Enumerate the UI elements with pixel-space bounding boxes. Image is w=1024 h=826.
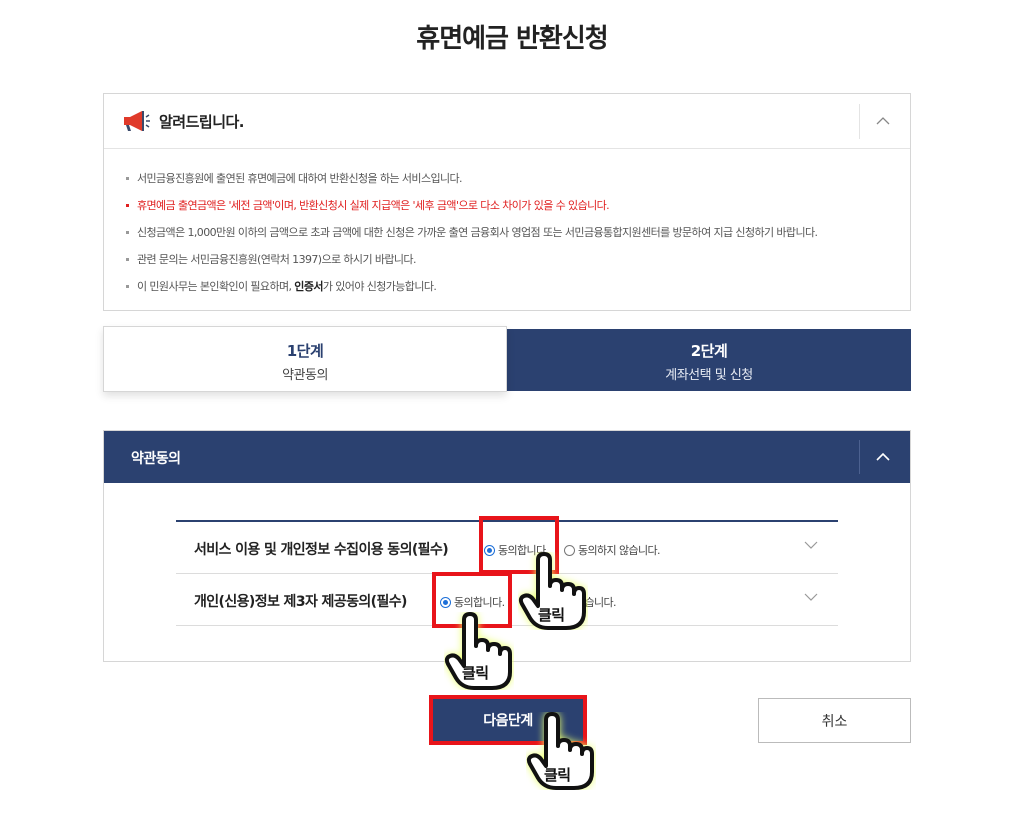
agree-radio[interactable]: 동의합니다. [440,594,505,610]
terms-header: 약관동의 [104,431,910,483]
radio-label: 동의하지 않습니다. [578,544,661,557]
notice-item: 이 민원사무는 본인확인이 필요하며, 인증서가 있어야 신청가능합니다. [126,273,910,300]
agreement-row: 개인(신용)정보 제3자 제공동의(필수) 동의합니다. 동의하지 않습니다. [176,574,838,626]
radio-selected-icon[interactable] [440,596,451,608]
notice-item-warning: 휴면예금 출연금액은 '세전 금액'이며, 반환신청시 실제 지급액은 '세후 … [126,192,910,219]
agreement-label: 개인(신용)정보 제3자 제공동의(필수) [194,594,407,610]
agreement-row: 서비스 이용 및 개인정보 수집이용 동의(필수) 동의합니다. 동의하지 않습… [176,522,838,574]
agreement-label: 서비스 이용 및 개인정보 수집이용 동의(필수) [194,542,449,558]
notice-list: 서민금융진흥원에 출연된 휴면예금에 대하여 반환신청을 하는 서비스입니다. … [104,149,910,300]
notice-item-bold: 인증서 [294,280,323,293]
terms-panel: 약관동의 서비스 이용 및 개인정보 수집이용 동의(필수) 동의합니다. 동의… [103,430,911,662]
chevron-up-icon[interactable] [870,108,896,134]
cancel-button[interactable]: 취소 [758,698,911,743]
step-1-tab: 1단계 약관동의 [103,326,507,392]
next-step-button[interactable]: 다음단계 [433,698,583,742]
terms-title: 약관동의 [131,451,181,467]
step-2-tab: 2단계 계좌선택 및 신청 [507,329,911,391]
notice-header-divider [859,104,860,139]
disagree-radio[interactable]: 동의하지 않습니다. [520,594,617,610]
chevron-down-icon[interactable] [802,590,820,604]
chevron-up-icon[interactable] [870,444,896,470]
notice-item-text: 가 있어야 신청가능합니다. [322,280,437,293]
step-name: 약관동의 [282,368,328,383]
notice-item: 관련 문의는 서민금융진흥원(연락처 1397)으로 하시기 바랍니다. [126,246,910,273]
notice-panel: 알려드립니다. 서민금융진흥원에 출연된 휴면예금에 대하여 반환신청을 하는 … [103,93,911,311]
radio-label: 동의합니다. [498,544,549,557]
notice-item-text: 이 민원사무는 본인확인이 필요하며, [137,280,295,293]
chevron-down-icon[interactable] [802,538,820,552]
step-name: 계좌선택 및 신청 [665,368,753,383]
radio-unselected-icon[interactable] [564,544,575,556]
step-number: 2단계 [690,342,728,360]
agreement-table: 서비스 이용 및 개인정보 수집이용 동의(필수) 동의합니다. 동의하지 않습… [176,520,838,626]
disagree-radio[interactable]: 동의하지 않습니다. [564,542,661,558]
notice-item: 신청금액은 1,000만원 이하의 금액으로 초과 금액에 대한 신청은 가까운… [126,219,910,246]
page-title: 휴면예금 반환신청 [416,24,608,54]
radio-label: 동의합니다. [454,596,505,609]
megaphone-icon [124,111,150,131]
radio-label: 동의하지 않습니다. [534,596,617,609]
terms-header-divider [859,440,860,474]
step-number: 1단계 [286,342,324,360]
radio-unselected-icon[interactable] [520,596,531,608]
notice-item: 서민금융진흥원에 출연된 휴면예금에 대하여 반환신청을 하는 서비스입니다. [126,165,910,192]
notice-header: 알려드립니다. [104,94,910,149]
click-label: 클릭 [544,766,571,784]
click-label: 클릭 [462,664,489,682]
agree-radio[interactable]: 동의합니다. [484,542,549,558]
notice-title: 알려드립니다. [159,113,245,131]
radio-selected-icon[interactable] [484,544,495,556]
